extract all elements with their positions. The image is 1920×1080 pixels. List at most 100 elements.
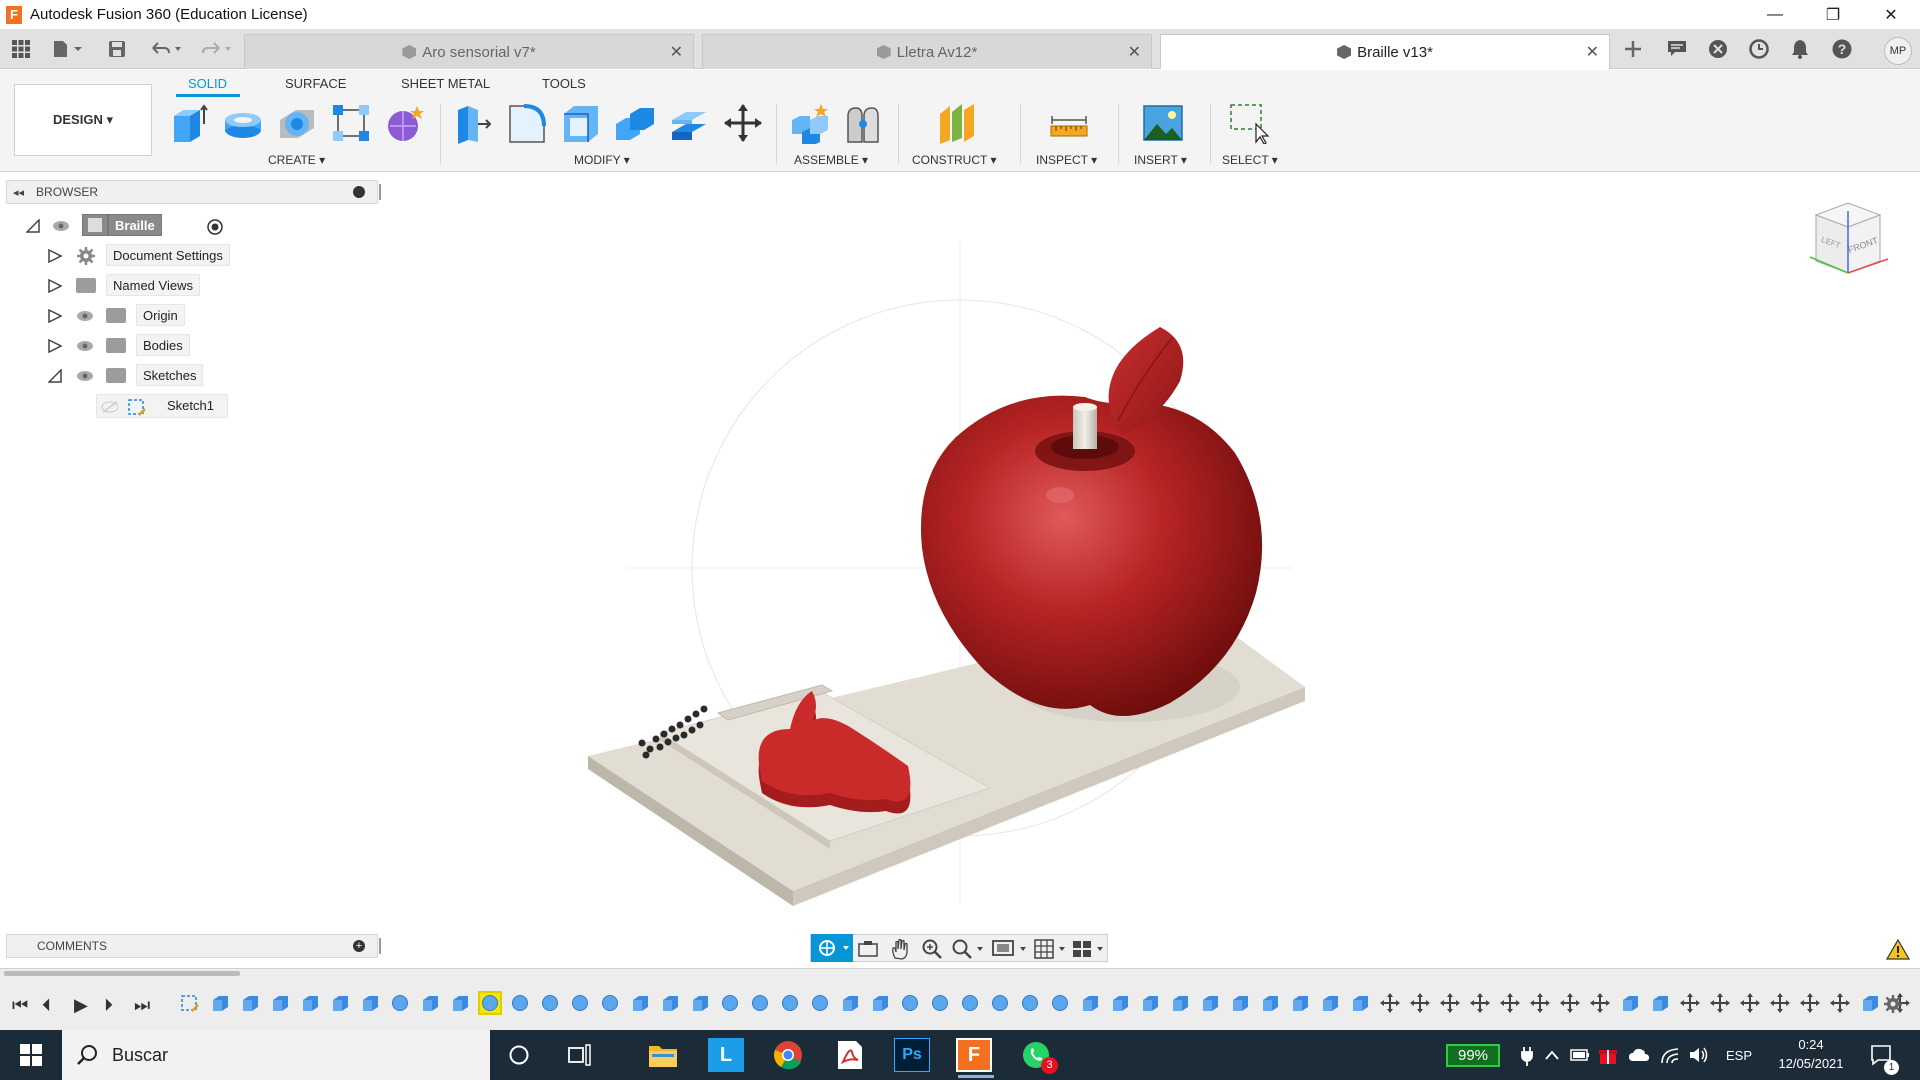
collapsed-triangle-icon[interactable] [48, 279, 62, 293]
create-group-dropdown[interactable]: CREATE ▾ [268, 153, 325, 167]
timeline-feature-icon[interactable] [240, 993, 260, 1013]
timeline-feature-icon[interactable] [690, 993, 710, 1013]
create-form-icon[interactable] [384, 102, 426, 144]
windows-start-button[interactable] [0, 1030, 62, 1080]
select-window-icon[interactable] [1228, 102, 1270, 145]
press-pull-icon[interactable] [452, 102, 494, 144]
move-copy-icon[interactable] [722, 102, 764, 144]
timeline-feature-icon[interactable] [390, 993, 410, 1013]
timeline-feature-icon[interactable] [330, 993, 350, 1013]
revolve-icon[interactable] [222, 102, 264, 144]
timeline-feature-icon[interactable] [300, 993, 320, 1013]
file-explorer-app[interactable] [645, 1038, 681, 1072]
orbit-icon[interactable] [811, 934, 853, 962]
step-back-icon[interactable]: ⏴ [42, 995, 51, 1016]
comments-panel-header[interactable]: COMMENTS + [6, 934, 381, 958]
timeline-feature-icon[interactable] [870, 993, 890, 1013]
shell-icon[interactable] [560, 102, 602, 144]
visibility-eye-icon[interactable] [76, 340, 94, 352]
timeline-feature-icon[interactable] [630, 993, 650, 1013]
panel-resize-handle[interactable] [379, 184, 381, 200]
clock[interactable]: 0:24 12/05/2021 [1766, 1035, 1856, 1073]
visibility-eye-icon[interactable] [76, 370, 94, 382]
viewcube[interactable]: FRONT LEFT [1809, 202, 1889, 274]
data-panel-grid-icon[interactable] [8, 37, 34, 61]
timeline-feature-icon[interactable] [1320, 993, 1340, 1013]
tab-sheet-metal[interactable]: SHEET METAL [401, 76, 490, 91]
visibility-eye-icon[interactable] [52, 220, 70, 232]
timeline-feature-icon[interactable] [900, 993, 920, 1013]
chrome-app[interactable] [770, 1038, 806, 1072]
timeline-feature-icon[interactable] [1860, 993, 1880, 1013]
timeline-feature-icon[interactable] [1290, 993, 1310, 1013]
power-plug-icon[interactable] [1520, 1046, 1534, 1066]
timeline-feature-icon[interactable] [1050, 993, 1070, 1013]
assemble-group-dropdown[interactable]: ASSEMBLE ▾ [794, 153, 868, 167]
timeline-feature-icon[interactable] [1170, 993, 1190, 1013]
display-settings-icon[interactable] [991, 938, 1029, 960]
modify-group-dropdown[interactable]: MODIFY ▾ [574, 153, 630, 167]
collapsed-triangle-icon[interactable] [48, 309, 62, 323]
timeline-feature-icon[interactable] [1230, 993, 1250, 1013]
tree-item-sketch1[interactable]: Sketch1 [96, 394, 228, 418]
timeline-feature-icon[interactable] [1590, 993, 1610, 1013]
workspace-switcher-button[interactable]: DESIGN ▾ [14, 84, 152, 156]
expanded-triangle-icon[interactable] [26, 219, 40, 233]
new-component-icon[interactable] [788, 102, 830, 146]
fillet-icon[interactable] [506, 102, 548, 144]
undo-icon[interactable] [146, 37, 186, 61]
timeline-feature-icon[interactable] [840, 993, 860, 1013]
onedrive-cloud-icon[interactable] [1628, 1047, 1650, 1063]
timeline-feature-icon[interactable] [1020, 993, 1040, 1013]
browser-panel-header[interactable]: ◂◂ BROWSER [6, 180, 381, 204]
job-status-clock-icon[interactable] [1746, 37, 1772, 61]
timeline-feature-icon[interactable] [1650, 993, 1670, 1013]
redo-icon[interactable] [196, 37, 236, 61]
timeline-feature-icon[interactable] [1680, 993, 1700, 1013]
joint-icon[interactable] [842, 102, 884, 144]
task-view-icon[interactable] [568, 1044, 592, 1066]
timeline-settings-gear-icon[interactable] [1882, 993, 1904, 1015]
timeline-feature-icon[interactable] [750, 993, 770, 1013]
timeline-feature-icon[interactable] [1380, 993, 1400, 1013]
taskbar-search-box[interactable]: Buscar [62, 1030, 490, 1080]
close-tab-icon[interactable]: ✕ [1128, 42, 1141, 62]
timeline-feature-icon[interactable] [570, 993, 590, 1013]
hidden-eye-icon[interactable] [101, 401, 119, 413]
tab-aro-sensorial[interactable]: Aro sensorial v7* ✕ [244, 34, 694, 69]
add-comment-icon[interactable]: + [353, 940, 365, 952]
timeline-feature-icon[interactable] [1110, 993, 1130, 1013]
loft-icon[interactable] [330, 102, 372, 144]
collapsed-triangle-icon[interactable] [48, 339, 62, 353]
timeline-feature-icon[interactable] [210, 993, 230, 1013]
combine-icon[interactable] [614, 102, 656, 144]
look-at-icon[interactable] [857, 939, 879, 959]
acrobat-app[interactable] [832, 1038, 868, 1072]
file-menu-icon[interactable] [48, 37, 88, 61]
fit-zoom-icon[interactable] [951, 938, 985, 960]
timeline-feature-icon[interactable] [990, 993, 1010, 1013]
timeline-feature-icon[interactable] [1770, 993, 1790, 1013]
tab-braille[interactable]: Braille v13* ✕ [1160, 34, 1610, 69]
timeline-feature-icon[interactable] [180, 993, 200, 1013]
tab-lletra-a[interactable]: Lletra Av12* ✕ [702, 34, 1152, 69]
offset-face-icon[interactable] [668, 102, 710, 144]
fusion360-app[interactable]: F [956, 1038, 994, 1078]
offset-plane-icon[interactable] [936, 102, 978, 144]
timeline-feature-icon[interactable] [1470, 993, 1490, 1013]
panel-resize-handle[interactable] [379, 938, 381, 954]
tab-surface[interactable]: SURFACE [285, 76, 346, 91]
timeline-feature-icon[interactable] [1830, 993, 1850, 1013]
expanded-triangle-icon[interactable] [48, 369, 62, 383]
insert-group-dropdown[interactable]: INSERT ▾ [1134, 153, 1187, 167]
user-avatar[interactable]: MP [1884, 37, 1912, 65]
construct-group-dropdown[interactable]: CONSTRUCT ▾ [912, 153, 996, 167]
timeline-feature-icon[interactable] [450, 993, 470, 1013]
timeline-feature-icon[interactable] [270, 993, 290, 1013]
pan-hand-icon[interactable] [889, 938, 911, 960]
visibility-eye-icon[interactable] [76, 310, 94, 322]
tab-solid[interactable]: SOLID [188, 76, 227, 91]
step-forward-icon[interactable]: ⏵ [104, 995, 113, 1016]
show-hidden-icons-chevron-icon[interactable] [1544, 1048, 1560, 1062]
launcher-l-app[interactable]: L [708, 1038, 744, 1072]
